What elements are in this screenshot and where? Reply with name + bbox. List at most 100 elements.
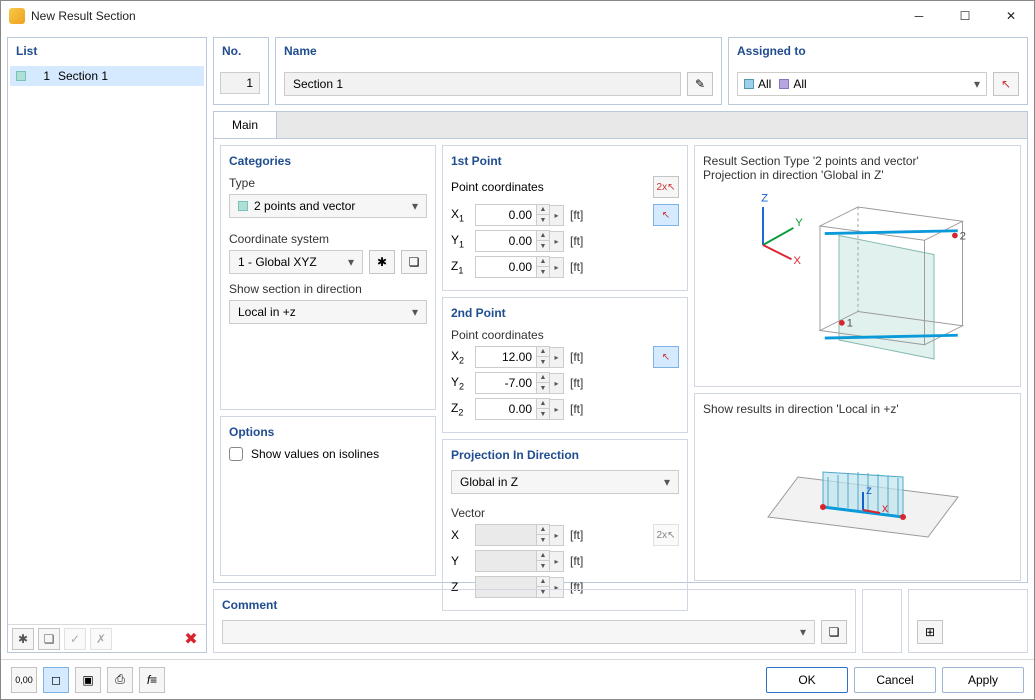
tree-button[interactable]: ⎙ [107, 667, 133, 693]
cs-select[interactable]: 1 - Global XYZ ▾ [229, 250, 363, 274]
delete-item-button[interactable]: ✖ [180, 628, 202, 650]
preview-title-b: Projection in direction 'Global in Z' [703, 168, 1012, 182]
new-item-button[interactable]: ✱ [12, 628, 34, 650]
svg-text:z: z [866, 483, 872, 497]
no-label: No. [214, 38, 268, 64]
dir-select[interactable]: Local in +z ▾ [229, 300, 427, 324]
window-title: New Result Section [31, 9, 896, 23]
preview-tool-panel: ⊞ [908, 589, 1028, 653]
list-item-label: Section 1 [58, 69, 108, 83]
y1-input[interactable]: ▲▼▸ [475, 230, 564, 252]
copy-item-button[interactable]: ❏ [38, 628, 60, 650]
dialog-window: New Result Section ─ ☐ ✕ List 1 Section … [0, 0, 1035, 700]
svg-text:2: 2 [959, 230, 965, 242]
display-mode-button[interactable]: ◻ [43, 667, 69, 693]
minimize-button[interactable]: ─ [896, 1, 942, 31]
new-cs-button[interactable]: ✱ [369, 250, 395, 274]
cube-icon [779, 79, 789, 89]
cancel-button[interactable]: Cancel [854, 667, 936, 693]
app-icon [9, 8, 25, 24]
pick-two-points-button[interactable]: 2x↖ [653, 176, 679, 198]
chevron-down-icon: ▾ [348, 255, 354, 269]
point2-group: 2nd Point Point coordinates X2 ▲▼▸ [ft] … [442, 297, 688, 433]
svg-text:1: 1 [846, 318, 852, 330]
no-input[interactable] [220, 72, 260, 94]
chevron-down-icon: ▾ [664, 475, 670, 489]
assigned-select[interactable]: All All ▾ [737, 72, 987, 96]
include-button[interactable]: ✓ [64, 628, 86, 650]
svg-text:Y: Y [795, 217, 803, 229]
list-item-index: 1 [34, 69, 50, 83]
svg-text:x: x [882, 501, 888, 515]
script-button[interactable]: f≡ [139, 667, 165, 693]
list-header: List [8, 38, 206, 64]
point2-title: 2nd Point [451, 306, 679, 320]
z1-input[interactable]: ▲▼▸ [475, 256, 564, 278]
units-button[interactable]: 0,00 [11, 667, 37, 693]
type-select[interactable]: 2 points and vector ▾ [229, 194, 427, 218]
vector-label: Vector [451, 506, 679, 520]
categories-group: Categories Type 2 points and vector ▾ Co… [220, 145, 436, 410]
vy-input: ▲▼▸ [475, 550, 564, 572]
name-panel: Name ✎ [275, 37, 722, 105]
exclude-button[interactable]: ✗ [90, 628, 112, 650]
maximize-button[interactable]: ☐ [942, 1, 988, 31]
isolines-checkbox[interactable] [229, 447, 243, 461]
side-tool-panel [862, 589, 902, 653]
edit-name-button[interactable]: ✎ [687, 72, 713, 96]
assigned-label: Assigned to [729, 38, 1027, 64]
z2-input[interactable]: ▲▼▸ [475, 398, 564, 420]
edit-cs-button[interactable]: ❏ [401, 250, 427, 274]
name-input[interactable] [284, 72, 681, 96]
options-title: Options [229, 425, 427, 439]
pick-assigned-button[interactable]: ↖ [993, 72, 1019, 96]
preview-settings-button[interactable]: ⊞ [917, 620, 943, 644]
categories-title: Categories [229, 154, 427, 168]
preview-plane-icon: z x [728, 422, 988, 572]
svg-text:Z: Z [761, 192, 768, 204]
point1-title: 1st Point [451, 154, 679, 168]
dir-label: Show section in direction [229, 282, 427, 296]
projection-group: Projection In Direction Global in Z ▾ Ve… [442, 439, 688, 611]
close-button[interactable]: ✕ [988, 1, 1034, 31]
vx-input: ▲▼▸ [475, 524, 564, 546]
chevron-down-icon: ▾ [974, 77, 980, 91]
preview-top: Result Section Type '2 points and vector… [694, 145, 1021, 387]
coord-label: Point coordinates [451, 328, 679, 342]
no-panel: No. [213, 37, 269, 105]
preview-cube-icon: Z Y X [728, 188, 988, 378]
tab-main[interactable]: Main [214, 112, 277, 138]
comment-input[interactable]: ▾ [222, 620, 815, 644]
chevron-down-icon: ▾ [800, 625, 806, 639]
type-label: Type [229, 176, 427, 190]
view-button[interactable]: ▣ [75, 667, 101, 693]
comment-title: Comment [222, 598, 847, 612]
list-item[interactable]: 1 Section 1 [10, 66, 204, 86]
list-panel: List 1 Section 1 ✱ ❏ ✓ ✗ ✖ [7, 37, 207, 653]
titlebar: New Result Section ─ ☐ ✕ [1, 1, 1034, 31]
svg-text:X: X [793, 255, 801, 267]
coord-label: Point coordinates [451, 180, 544, 194]
cs-label: Coordinate system [229, 232, 427, 246]
preview-bottom: Show results in direction 'Local in +z' [694, 393, 1021, 581]
y2-input[interactable]: ▲▼▸ [475, 372, 564, 394]
options-group: Options Show values on isolines [220, 416, 436, 576]
footer: 0,00 ◻ ▣ ⎙ f≡ OK Cancel Apply [1, 659, 1034, 699]
x1-input[interactable]: ▲▼▸ [475, 204, 564, 226]
preview-title-2: Show results in direction 'Local in +z' [703, 402, 1012, 416]
comment-library-button[interactable]: ❏ [821, 620, 847, 644]
tab-bar: Main [213, 111, 1028, 138]
pick-vector-button: 2x↖ [653, 524, 679, 546]
chevron-down-icon: ▾ [412, 305, 418, 319]
projection-select[interactable]: Global in Z ▾ [451, 470, 679, 494]
isolines-label: Show values on isolines [251, 447, 379, 461]
pick-point2-button[interactable]: ↖ [653, 346, 679, 368]
name-label: Name [276, 38, 721, 64]
x2-input[interactable]: ▲▼▸ [475, 346, 564, 368]
cube-icon [744, 79, 754, 89]
preview-title-a: Result Section Type '2 points and vector… [703, 154, 1012, 168]
projection-title: Projection In Direction [451, 448, 679, 462]
pick-point1-button[interactable]: ↖ [653, 204, 679, 226]
apply-button[interactable]: Apply [942, 667, 1024, 693]
ok-button[interactable]: OK [766, 667, 848, 693]
